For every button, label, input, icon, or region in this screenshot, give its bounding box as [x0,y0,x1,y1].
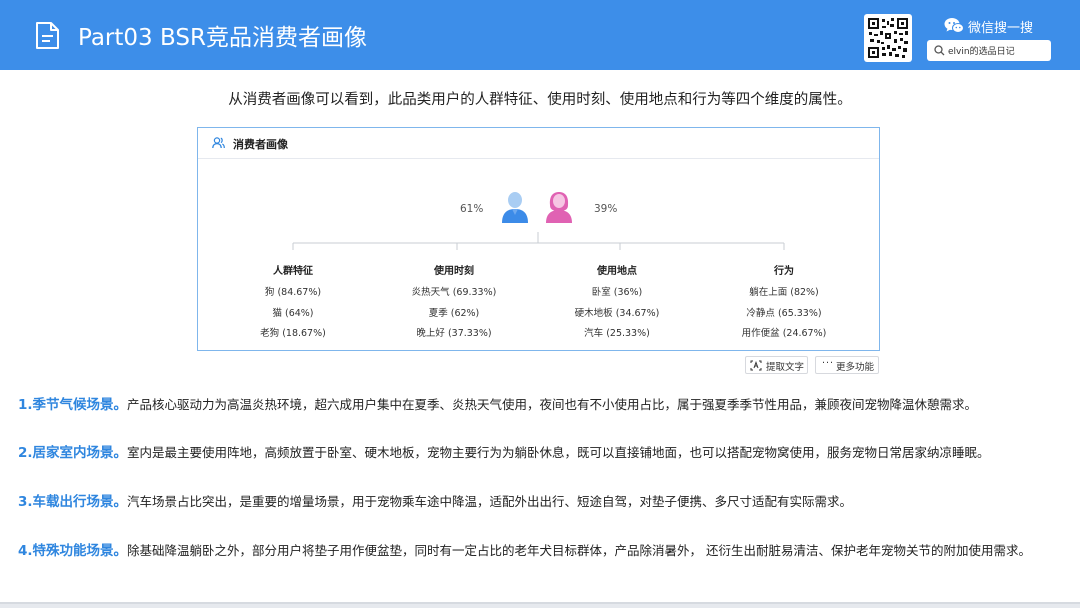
male-percentage: 61% [460,203,484,215]
extract-text-button[interactable]: 提取文字 [745,356,808,374]
male-avatar-icon [502,192,528,223]
more-functions-label: 更多功能 [836,362,875,373]
card-header: 消费者画像 [198,128,879,159]
column-item: 炎热天气 (69.33%) [411,287,497,298]
column-item: 猫 (64%) [272,307,314,319]
column-item: 用作便盆 (24.67%) [741,328,827,339]
text-recognition-icon [750,360,762,371]
scenario-paragraph: 2.居家室内场景。室内是最主要使用阵地，高频放置于卧室、硬木地板，宠物主要行为为… [18,441,1068,461]
column-demographics: 人群特征 狗 (84.67%) 猫 (64%) 老狗 (18.67%) [223,262,363,346]
search-box[interactable]: elvin的选品日记 [927,40,1051,61]
wechat-search-label: 微信搜一搜 [940,15,1040,37]
column-usage-location: 使用地点 卧室 (36%) 硬木地板 (34.67%) 汽车 (25.33%) [547,262,687,346]
scenario-paragraph: 3.车载出行场景。汽车场景占比突出，是重要的增量场景，用于宠物乘车途中降温，适配… [18,490,1068,510]
column-item: 躺在上面 (82%) [749,287,819,298]
column-behavior: 行为 躺在上面 (82%) 冷静点 (65.33%) 用作便盆 (24.67%) [714,262,854,346]
header-bar: Part03 BSR竞品消费者画像 微信搜一搜 elvin的选品日记 [0,0,1080,70]
scenario-text: 汽车场景占比突出，是重要的增量场景，用于宠物乘车途中降温，适配外出出行、短途自驾… [127,494,853,509]
wechat-icon [944,18,964,33]
document-icon [36,22,59,49]
scenario-text: 产品核心驱动力为高温炎热环境，超六成用户集中在夏季、炎热天气使用，夜间也有不小使… [127,397,978,412]
scenario-heading: 2.居家室内场景。 [18,445,128,461]
scenario-heading: 4.特殊功能场景。 [18,543,128,559]
card-title: 消费者画像 [233,138,288,151]
column-title: 人群特征 [273,266,313,277]
column-item: 晚上好 (37.33%) [416,328,492,339]
page-title: Part03 BSR竞品消费者画像 [78,25,367,51]
scenario-text: 室内是最主要使用阵地，高频放置于卧室、硬木地板，宠物主要行为为躺卧休息，既可以直… [127,445,990,460]
column-item: 硬木地板 (34.67%) [574,307,660,319]
female-avatar-icon [546,192,572,223]
scenario-text: 除基础降温躺卧之外，部分用户将垫子用作便盆垫，同时有一定占比的老年犬目标群体，产… [127,543,1032,558]
scenario-heading: 3.车载出行场景。 [18,494,128,510]
scenario-paragraph: 1.季节气候场景。产品核心驱动力为高温炎热环境，超六成用户集中在夏季、炎热天气使… [18,393,1068,413]
female-percentage: 39% [594,203,618,215]
column-title: 使用时刻 [434,266,474,277]
search-icon [934,45,945,56]
more-functions-button[interactable]: ··· 更多功能 [815,356,879,374]
people-icon [212,137,225,149]
consumer-profile-card: 消费者画像 61% 39% 人群特征 狗 (84.67%) 猫 (64%) 老狗 [197,127,880,351]
scenario-heading: 1.季节气候场景。 [18,397,128,413]
column-item: 狗 (84.67%) [264,287,322,298]
category-tree-lines [292,232,785,250]
column-item: 汽车 (25.33%) [584,328,650,339]
column-item: 夏季 (62%) [428,307,480,319]
column-title: 使用地点 [597,266,637,277]
column-title: 行为 [774,266,794,277]
wechat-search-text: 微信搜一搜 [968,21,1034,36]
more-dots-icon: ··· [822,358,835,369]
slide: Part03 BSR竞品消费者画像 微信搜一搜 elvin的选品日记 从消费者画… [0,0,1080,604]
extract-text-label: 提取文字 [766,362,805,373]
column-usage-time: 使用时刻 炎热天气 (69.33%) 夏季 (62%) 晚上好 (37.33%) [384,262,524,346]
scenario-paragraph: 4.特殊功能场景。除基础降温躺卧之外，部分用户将垫子用作便盆垫，同时有一定占比的… [18,539,1068,559]
column-item: 卧室 (36%) [591,287,643,298]
search-query: elvin的选品日记 [948,47,1015,57]
intro-text: 从消费者画像可以看到，此品类用户的人群特征、使用时刻、使用地点和行为等四个维度的… [228,92,852,108]
column-item: 老狗 (18.67%) [260,328,326,339]
qr-code[interactable] [864,14,912,62]
column-item: 冷静点 (65.33%) [746,307,822,319]
